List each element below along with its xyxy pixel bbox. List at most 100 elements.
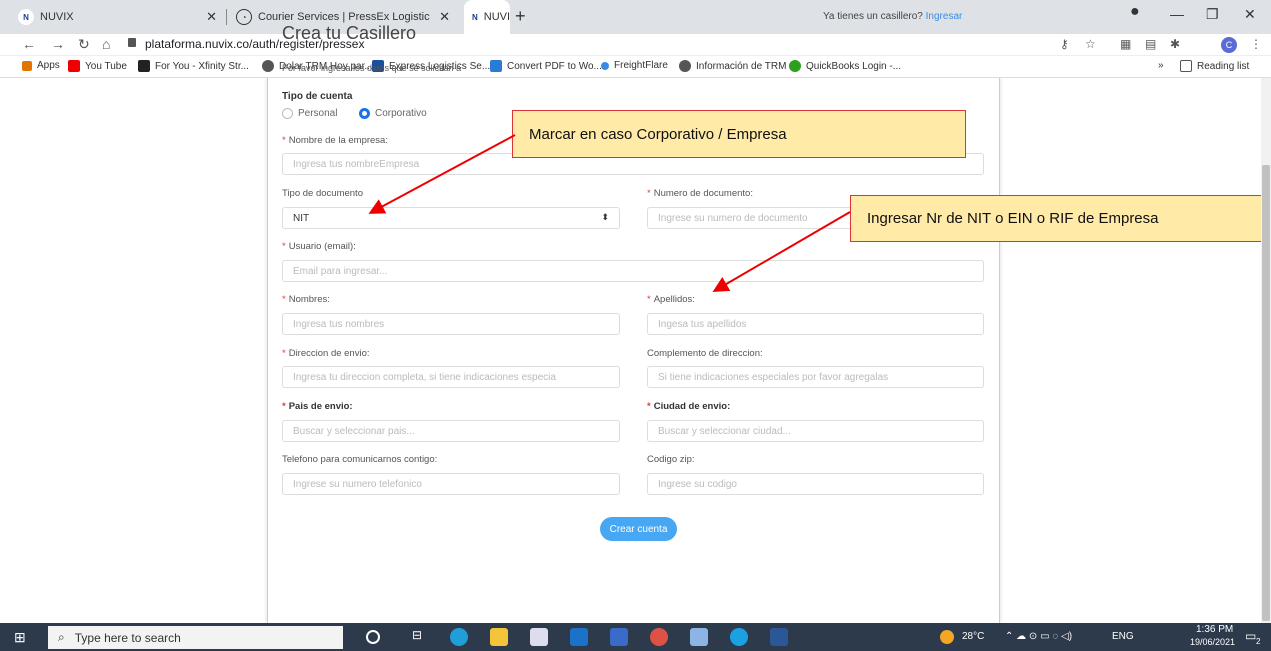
bookmark-label: You Tube [85,60,127,72]
tab-nuvix-1[interactable]: N NUVIX ✕ [10,0,225,34]
home-icon[interactable]: ⌂ [102,36,110,52]
globe-icon [679,60,691,72]
account-type-label: Tipo de cuenta [282,91,353,102]
taskbar-search-box[interactable]: ⌕ Type here to search [48,626,343,649]
tab-title: NUVIX [40,11,74,23]
puzzle-icon[interactable]: ✱ [1170,37,1180,51]
city-input[interactable]: Buscar y seleccionar ciudad... [647,420,984,442]
word-icon[interactable] [770,628,788,646]
clock-time[interactable]: 1:36 PM [1196,624,1233,635]
radio-circle [282,108,293,119]
restore-icon[interactable]: ❐ [1206,6,1219,23]
page-title: Crea tu Casillero [282,23,417,43]
radio-label: Corporativo [375,108,427,119]
minimize-icon[interactable]: — [1170,6,1184,22]
doc-type-select[interactable]: NIT ⬍ [282,207,620,229]
phone-input[interactable]: Ingrese su numero telefonico [282,473,620,495]
radio-personal[interactable]: Personal [282,108,337,119]
country-label: * Pais de envio: [282,401,353,412]
bookmark-apps[interactable]: Apps [22,60,60,71]
windows-start-icon[interactable]: ⊞ [14,629,26,646]
address-input[interactable]: Ingresa tu direccion completa, si tiene … [282,366,620,388]
back-icon[interactable]: ← [22,36,36,52]
first-names-input[interactable]: Ingresa tus nombres [282,313,620,335]
weather-sun-icon[interactable] [940,630,954,644]
extension-icon[interactable]: ▦ [1120,37,1131,51]
label-text: Nombres: [288,294,330,305]
menu-icon[interactable]: ⋮ [1250,37,1262,51]
task-view-icon[interactable]: ⊟ [412,628,430,646]
address-extra-input[interactable]: Si tiene indicaciones especiales por fav… [647,366,984,388]
select-value: NIT [293,213,310,224]
language-indicator[interactable]: ENG [1112,631,1134,642]
bookmark-youtube[interactable]: You Tube [68,60,127,72]
reload-icon[interactable]: ↻ [78,36,90,53]
apps-grid-icon [22,60,32,71]
city-label: * Ciudad de envio: [647,401,731,412]
bookmark-freightflare[interactable]: FreightFlare [601,60,668,71]
create-account-button[interactable]: Crear cuenta [600,517,677,541]
tab-title: NUVIX [483,11,510,23]
company-name-label: * Nombre de la empresa: [282,135,388,146]
label-text: Direccion de envio: [288,348,370,359]
close-tab-icon[interactable]: ✕ [206,9,217,25]
page-scrollbar[interactable] [1261,78,1271,623]
scrollbar-thumb[interactable] [1262,165,1270,621]
star-icon[interactable]: ☆ [1085,37,1096,51]
label-text: Pais de envio: [288,401,353,412]
login-link[interactable]: Ingresar [926,11,963,22]
skype-icon[interactable] [730,628,748,646]
notifications-icon[interactable]: ▭ [1245,629,1256,643]
chrome-icon[interactable] [650,628,668,646]
file-explorer-icon[interactable] [490,628,508,646]
youtube-icon [68,60,80,72]
bookmark-label: QuickBooks Login -... [806,60,902,72]
country-input[interactable]: Buscar y seleccionar pais... [282,420,620,442]
close-window-icon[interactable]: ✕ [1244,6,1256,23]
have-account-text: Ya tienes un casillero? Ingresar [823,11,962,22]
search-icon: ⌕ [58,630,65,644]
tab-title: Courier Services | PressEx Logistic [258,11,430,23]
bookmark-xfinity[interactable]: For You - Xfinity Str... [138,60,249,72]
edge-icon[interactable] [450,628,468,646]
radio-label: Personal [298,108,338,119]
first-names-label: * Nombres: [282,294,330,305]
app-icon[interactable] [690,628,708,646]
close-tab-icon[interactable]: ✕ [439,9,450,25]
reading-list-icon [1180,60,1192,72]
radio-circle-checked [359,108,370,119]
overflow-label: » [1158,60,1164,71]
page-subtitle: Por favor ingresa los datos que se solic… [282,63,462,73]
reading-list-button[interactable]: Reading list [1180,60,1249,72]
bookmark-convert-pdf[interactable]: Convert PDF to Wo... [490,60,602,72]
radio-corporativo[interactable]: Corporativo [359,108,427,119]
bookmark-label: For You - Xfinity Str... [155,60,249,72]
lock-icon[interactable] [128,38,136,47]
cortana-icon[interactable] [366,630,380,644]
bookmark-quickbooks[interactable]: QuickBooks Login -... [789,60,901,72]
phone-label: Telefono para comunicarnos contigo: [282,454,438,465]
bookmarks-overflow-button[interactable]: » [1158,60,1164,71]
app-icon[interactable] [610,628,628,646]
forward-icon[interactable]: → [51,36,65,52]
notification-count: 2 [1256,637,1261,646]
extension-icon[interactable]: ▤ [1145,37,1156,51]
bookmark-label: Convert PDF to Wo... [507,60,602,72]
zip-label: Codigo zip: [647,454,695,465]
key-icon[interactable]: ⚷ [1060,37,1069,51]
tab-nuvix-active[interactable]: N NUVIX [464,0,510,34]
windows-taskbar: ⊞ ⌕ Type here to search ⊟ 28°C ⌃ ☁ ⊙ ▭ ◌ … [0,623,1271,651]
store-icon[interactable] [530,628,548,646]
clock-date[interactable]: 19/06/2021 [1190,637,1235,647]
label-text: Apellidos: [653,294,695,305]
last-names-input[interactable]: Ingesa tus apellidos [647,313,984,335]
temperature-text: 28°C [962,631,985,642]
profile-avatar[interactable]: C [1221,37,1237,53]
outlook-icon[interactable] [570,628,588,646]
bookmark-info-trm[interactable]: Información de TRM [679,60,786,72]
new-tab-icon[interactable]: + [515,6,526,27]
user-email-input[interactable]: Email para ingresar... [282,260,984,282]
system-tray-icons[interactable]: ⌃ ☁ ⊙ ▭ ◌ ◁) [1005,631,1072,642]
zip-input[interactable]: Ingrese su codigo [647,473,984,495]
last-names-label: * Apellidos: [647,294,695,305]
